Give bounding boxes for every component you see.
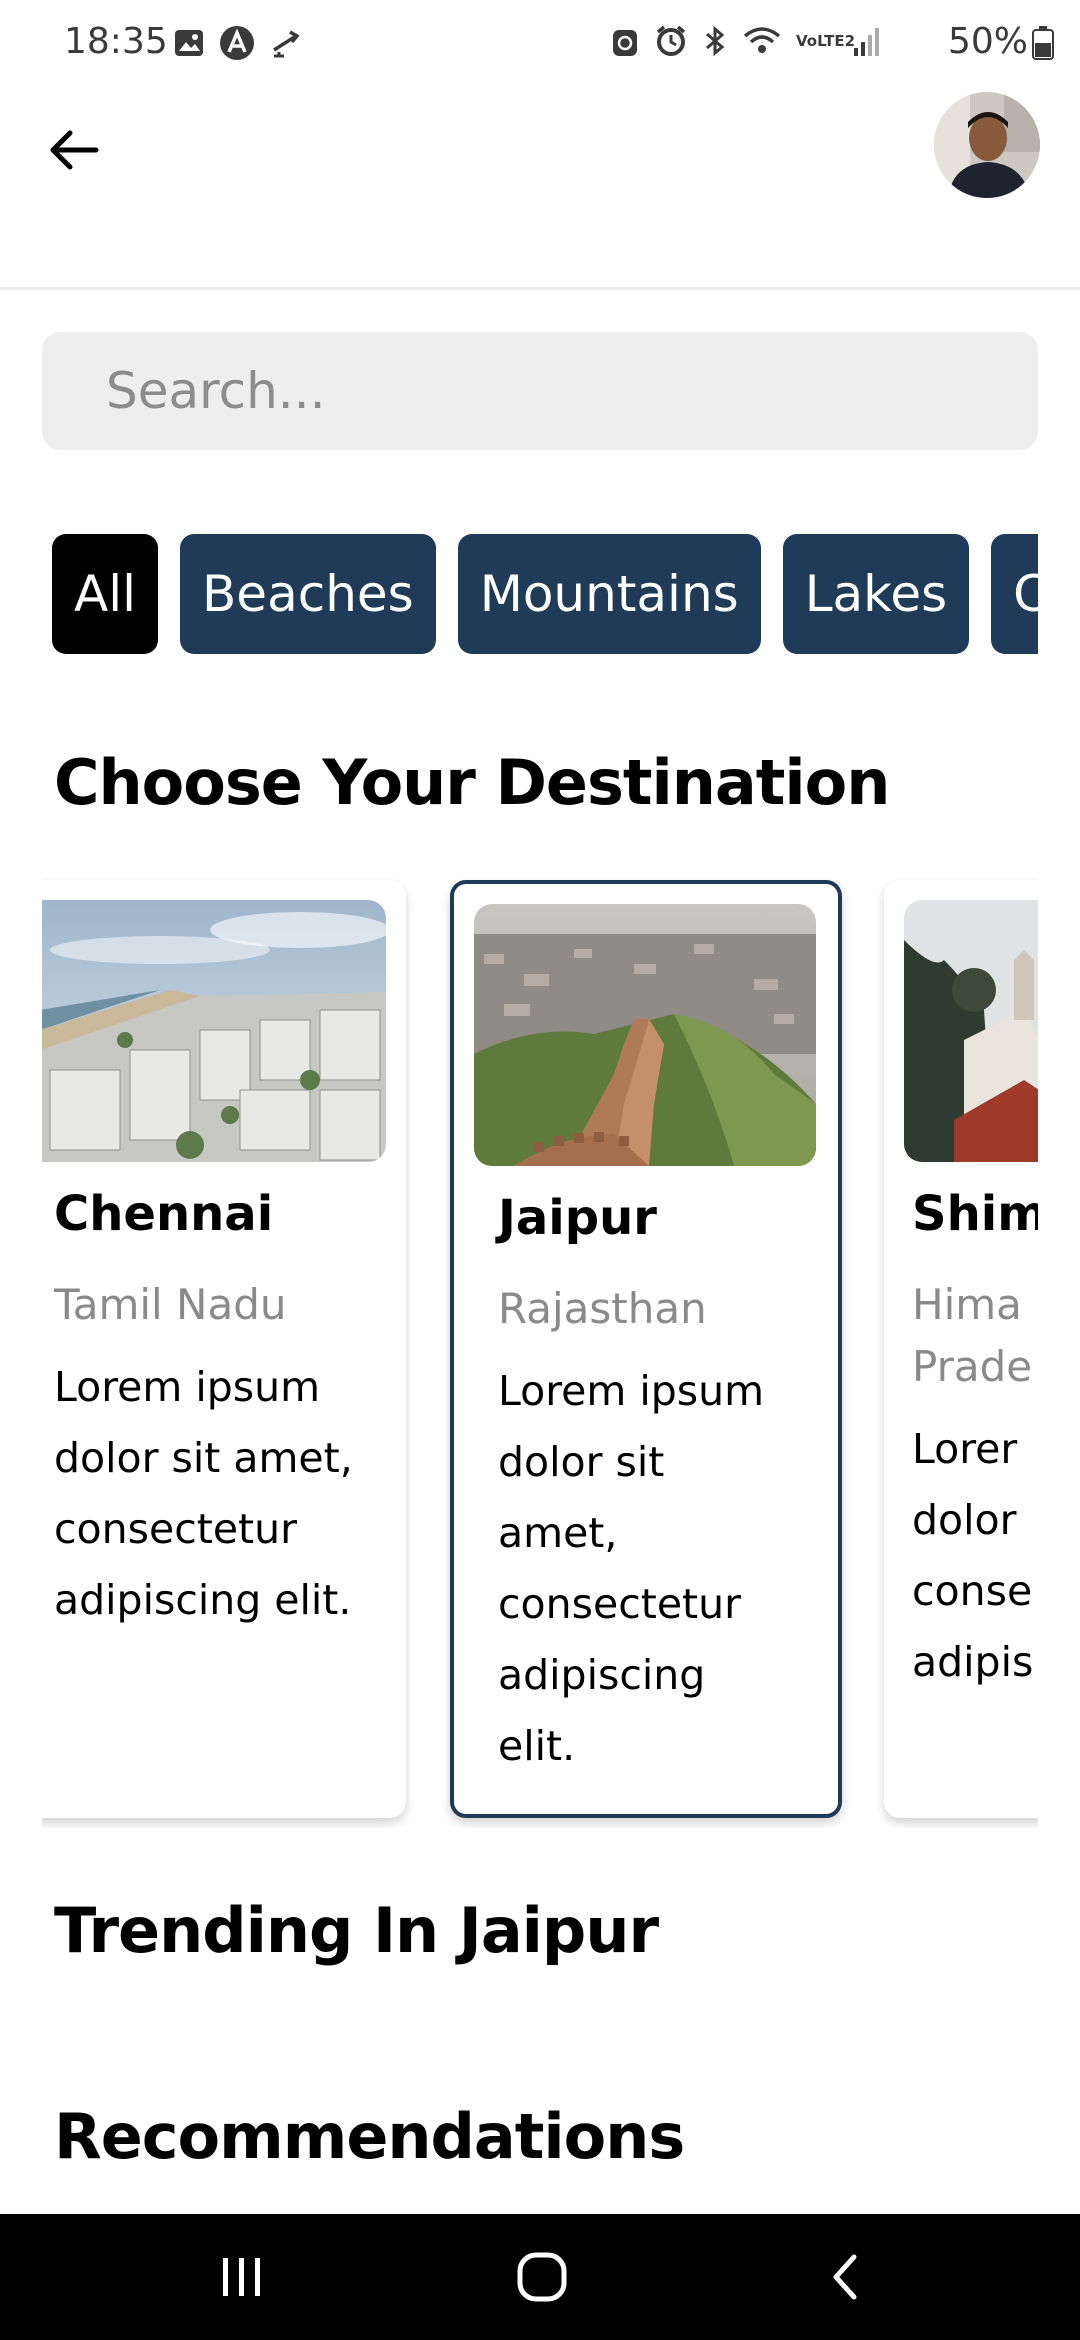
status-time: 18:35 <box>64 21 168 62</box>
recent-apps-icon <box>223 2258 260 2296</box>
app-notification-icon <box>220 26 254 60</box>
status-right-icons: VoLTE2 <box>610 24 884 58</box>
back-nav-button[interactable] <box>806 2244 886 2310</box>
section-title-recommendations: Recommendations <box>54 2100 685 2173</box>
destination-state: Hima Prade <box>912 1280 1033 1391</box>
chip-mountains[interactable]: Mountains <box>457 534 761 654</box>
transfer-icon <box>273 30 300 58</box>
chip-partial[interactable]: C <box>991 534 1038 654</box>
battery-icon <box>1032 26 1054 60</box>
chip-all[interactable]: All <box>52 534 158 654</box>
profile-avatar <box>934 92 1040 198</box>
search-input[interactable] <box>104 361 1038 421</box>
destination-description: Lorer dolor conse adipis <box>912 1425 1034 1686</box>
chip-label: Mountains <box>479 565 739 623</box>
category-chip-row[interactable]: All Beaches Mountains Lakes C <box>52 534 1038 654</box>
battery-percent: 50% <box>947 21 1028 62</box>
chip-label: Beaches <box>202 565 414 623</box>
bluetooth-icon <box>706 25 725 57</box>
destination-card-shimla[interactable]: Shim Hima Prade Lorer dolor conse adipis <box>884 880 1038 1818</box>
destination-carousel[interactable]: Chennai Tamil Nadu Lorem ipsum dolor sit… <box>42 878 1038 1828</box>
chip-label: C <box>1013 565 1038 623</box>
wifi-icon <box>743 27 781 53</box>
alarm-icon <box>656 25 686 56</box>
back-nav-icon <box>833 2254 857 2300</box>
lock-sync-icon <box>613 30 637 56</box>
destination-card-jaipur[interactable]: Jaipur Rajasthan Lorem ipsum dolor sit a… <box>450 880 842 1818</box>
arrow-left-icon <box>50 130 99 170</box>
chip-beaches[interactable]: Beaches <box>180 534 436 654</box>
destination-name: Jaipur <box>498 1190 657 1246</box>
search-bar[interactable] <box>42 332 1038 450</box>
section-title-choose-destination: Choose Your Destination <box>54 746 890 819</box>
chip-label: Lakes <box>804 565 948 623</box>
signal-icon <box>854 28 879 56</box>
gallery-icon <box>175 30 203 56</box>
chip-label: All <box>74 565 136 623</box>
destination-description: Lorem ipsum dolor sit amet, consectetur … <box>498 1367 765 1770</box>
app-header <box>0 84 1080 290</box>
home-button[interactable] <box>502 2244 582 2310</box>
destination-description: Lorem ipsum dolor sit amet, consectetur … <box>54 1363 353 1624</box>
destination-name: Shim <box>912 1186 1038 1242</box>
chip-lakes[interactable]: Lakes <box>782 534 970 654</box>
destination-card-chennai[interactable]: Chennai Tamil Nadu Lorem ipsum dolor sit… <box>42 880 406 1818</box>
destination-image-shimla <box>904 900 1038 1162</box>
status-bar: 18:35 VoLTE2 50% <box>0 0 1080 84</box>
status-left-icons <box>172 24 304 62</box>
system-nav-bar <box>0 2214 1080 2340</box>
volte-icon: VoLTE2 <box>796 32 856 50</box>
recent-apps-button[interactable] <box>202 2244 282 2310</box>
back-button[interactable] <box>38 114 110 186</box>
section-title-trending: Trending In Jaipur <box>54 1894 659 1967</box>
destination-image-chennai <box>42 900 386 1162</box>
destination-state: Rajasthan <box>498 1284 707 1333</box>
destination-name: Chennai <box>54 1186 274 1242</box>
destination-image-jaipur <box>474 904 816 1166</box>
avatar[interactable] <box>934 92 1040 198</box>
home-icon <box>517 2252 567 2302</box>
destination-state: Tamil Nadu <box>54 1280 287 1329</box>
